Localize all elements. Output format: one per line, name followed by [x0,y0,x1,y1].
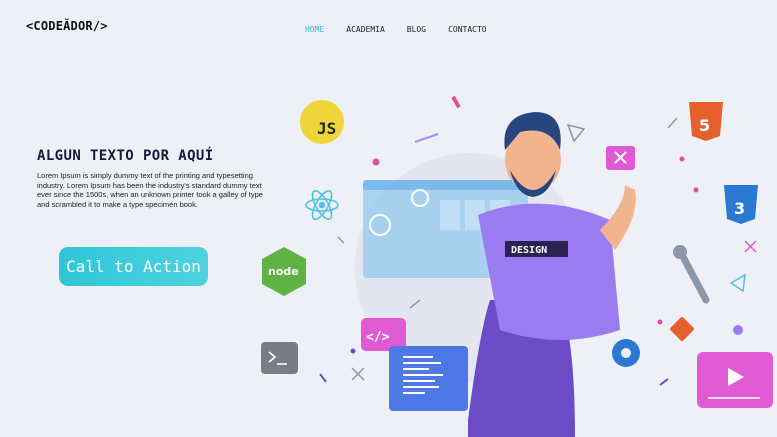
terminal-icon [261,342,298,374]
close-box-icon [606,146,635,170]
react-icon [305,190,339,220]
svg-text:node: node [268,265,299,278]
gear-icon [612,339,640,367]
git-icon [670,317,694,341]
wrench-icon [673,245,710,304]
html5-icon: 5 [689,102,723,141]
document-icon [389,346,468,411]
svg-text:5: 5 [699,116,710,135]
svg-text:DESIGN: DESIGN [511,245,547,256]
video-player-icon [697,352,773,408]
svg-text:JS: JS [317,119,336,138]
svg-text:3: 3 [734,199,745,218]
hero-illustration: JS node </> DESIGN 5 3 [261,95,773,437]
nodejs-icon: node [262,247,306,296]
svg-text:</>: </> [366,330,390,345]
javascript-icon: JS [300,100,344,144]
css3-icon: 3 [724,185,758,224]
